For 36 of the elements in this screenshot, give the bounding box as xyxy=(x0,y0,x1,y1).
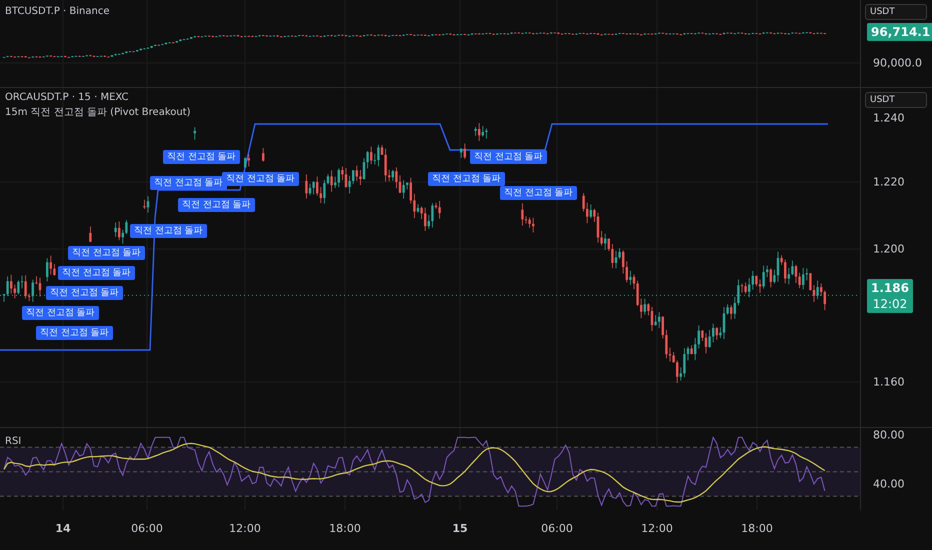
price-axis-label: 1.160 xyxy=(873,376,904,388)
indicator-legend: 15m 직전 전고점 돌파 (Pivot Breakout) xyxy=(5,105,191,119)
signal-label: 직전 전고점 돌파 xyxy=(22,306,99,320)
signal-label: 직전 전고점 돌파 xyxy=(178,198,255,212)
time-axis-label: 18:00 xyxy=(741,522,773,535)
time-axis-label: 14 xyxy=(55,522,71,535)
price-axis-label: 1.220 xyxy=(873,176,904,188)
signal-label: 직전 전고점 돌파 xyxy=(46,286,123,300)
currency-button[interactable]: USDT xyxy=(865,92,927,108)
rsi-legend: RSI xyxy=(5,436,22,447)
currency-button[interactable]: USDT xyxy=(865,4,927,20)
signal-label: 직전 전고점 돌파 xyxy=(68,246,145,260)
rsi-axis-label: 80.00 xyxy=(873,428,904,442)
last-price-badge: 96,714.1 xyxy=(867,23,932,41)
signal-label: 직전 전고점 돌파 xyxy=(150,176,227,190)
signal-label: 직전 전고점 돌파 xyxy=(500,186,577,200)
price-axis-label: 90,000.0 xyxy=(873,56,922,70)
time-axis-label: 12:00 xyxy=(641,522,673,535)
rsi-axis-label: 40.00 xyxy=(873,478,904,490)
signal-label: 직전 전고점 돌파 xyxy=(222,172,299,186)
symbol-legend: BTCUSDT.P · Binance xyxy=(5,6,110,17)
time-axis-label: 18:00 xyxy=(329,522,361,535)
price-axis-label: 1.240 xyxy=(873,112,904,124)
time-axis-label: 06:00 xyxy=(541,522,573,535)
last-price-badge: 1.186 12:02 xyxy=(867,279,913,314)
signal-label: 직전 전고점 돌파 xyxy=(36,326,113,340)
time-axis-label: 06:00 xyxy=(131,522,163,535)
signal-label: 직전 전고점 돌파 xyxy=(58,266,135,280)
signal-label: 직전 전고점 돌파 xyxy=(163,150,240,164)
symbol-legend: ORCAUSDT.P · 15 · MEXC xyxy=(5,92,191,103)
time-axis-label: 15 xyxy=(452,522,468,535)
price-axis-label: 1.200 xyxy=(873,242,904,256)
signal-label: 직전 전고점 돌파 xyxy=(130,224,207,238)
signal-label: 직전 전고점 돌파 xyxy=(428,172,505,186)
time-axis-label: 12:00 xyxy=(229,522,261,535)
signal-label: 직전 전고점 돌파 xyxy=(470,150,547,164)
